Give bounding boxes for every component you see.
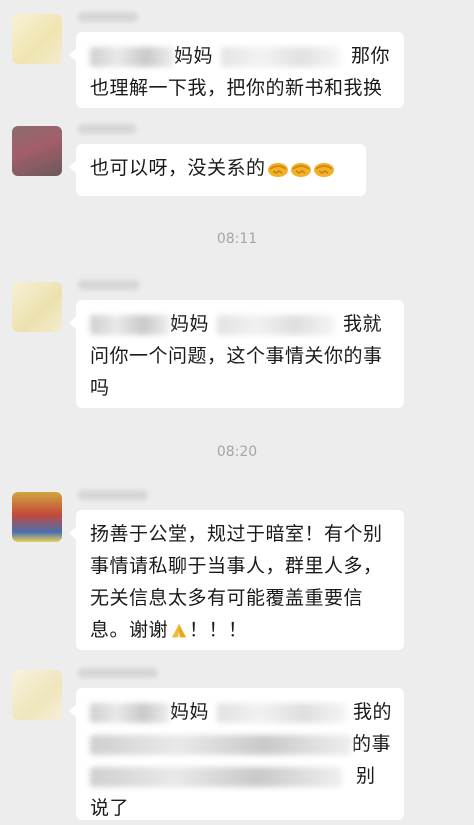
message-line: 吗 bbox=[90, 377, 110, 399]
message-bubble[interactable]: 妈妈 那你 也理解一下我，把你的新书和我换 bbox=[69, 32, 404, 108]
message-line: 扬善于公堂，规过于暗室！有个别 bbox=[90, 523, 383, 545]
redacted-text bbox=[90, 702, 170, 723]
avatar[interactable] bbox=[12, 126, 62, 176]
message-line: 无关信息太多有可能覆盖重要信 bbox=[90, 587, 364, 609]
sender-name bbox=[78, 12, 138, 22]
chat-screen: 妈妈 那你 也理解一下我，把你的新书和我换 也可以呀，没关系的 08:11 妈妈我… bbox=[0, 0, 474, 825]
handshake-emoji-icon bbox=[267, 162, 288, 177]
handshake-emoji-icon bbox=[290, 162, 311, 177]
message-bubble[interactable]: 妈妈 我就 问你一个问题，这个事情关你的事 吗 bbox=[69, 300, 404, 408]
folded-hands-emoji-icon bbox=[171, 623, 187, 637]
redacted-text bbox=[221, 46, 342, 67]
sender-name bbox=[78, 280, 140, 290]
avatar[interactable] bbox=[12, 492, 62, 542]
avatar[interactable] bbox=[12, 282, 62, 332]
message-bubble[interactable]: 也可以呀，没关系的 bbox=[69, 144, 366, 196]
message-bubble[interactable]: 妈妈 我的 的事 别 说了 bbox=[69, 688, 404, 820]
sender-name bbox=[78, 490, 148, 500]
message-line: 妈妈 那你 bbox=[90, 40, 390, 72]
sender-name bbox=[78, 668, 158, 678]
message-bubble[interactable]: 扬善于公堂，规过于暗室！有个别 事情请私聊于当事人，群里人多， 无关信息太多有可… bbox=[69, 510, 404, 650]
redacted-text bbox=[217, 702, 348, 723]
sender-name bbox=[78, 124, 136, 134]
redacted-text bbox=[217, 314, 336, 335]
handshake-emoji-icon bbox=[313, 162, 334, 177]
redacted-text bbox=[90, 766, 342, 787]
message-line: 说了 bbox=[90, 797, 130, 819]
message-line: 妈妈 我的 bbox=[90, 696, 392, 728]
avatar[interactable] bbox=[12, 670, 62, 720]
redacted-text bbox=[90, 734, 352, 755]
redacted-text bbox=[90, 46, 174, 67]
message-line: 也理解一下我，把你的新书和我换 bbox=[90, 77, 383, 99]
message-line: 的事 bbox=[90, 728, 391, 760]
redacted-text bbox=[90, 314, 170, 335]
message-line: 息。谢谢 ！！！ bbox=[90, 619, 248, 641]
timestamp: 08:20 bbox=[216, 444, 258, 460]
message-line: 别 bbox=[90, 760, 390, 792]
message-line: 妈妈 我就 bbox=[90, 308, 390, 340]
message-line: 问你一个问题，这个事情关你的事 bbox=[90, 345, 383, 367]
timestamp: 08:11 bbox=[216, 231, 258, 247]
avatar[interactable] bbox=[12, 14, 62, 64]
message-line: 事情请私聊于当事人，群里人多， bbox=[90, 555, 383, 577]
